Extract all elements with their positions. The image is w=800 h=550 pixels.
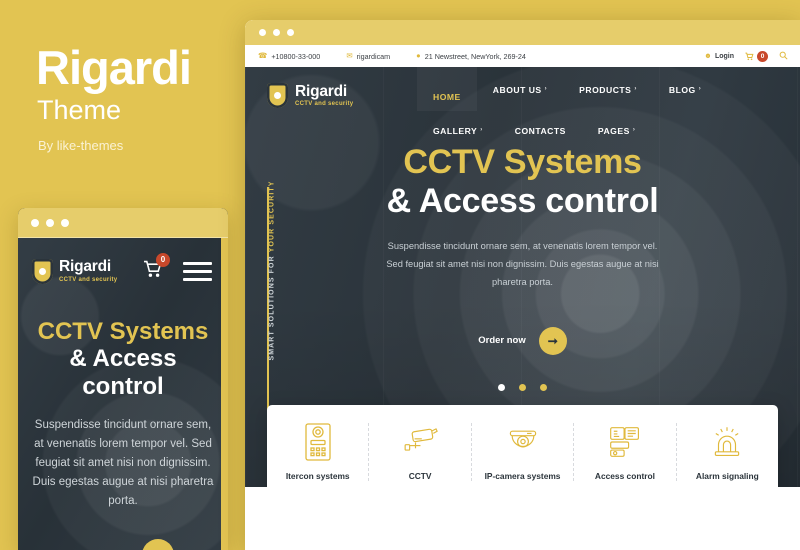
site-topbar: ☎ +10800-33-000 ✉ rigardicam ● 21 Newstr…	[245, 45, 800, 67]
carousel-dot-3[interactable]	[540, 383, 547, 391]
topbar-skype[interactable]: ✉ rigardicam	[346, 52, 390, 61]
mobile-order-now-button[interactable]: Order now ➞	[18, 538, 228, 550]
order-now-label: Order now	[478, 335, 526, 347]
feature-label-alarm: Alarm signaling	[695, 471, 759, 481]
search-button[interactable]	[779, 51, 788, 62]
features-card: Itercon systems CCTV IP-camera systems A…	[267, 405, 778, 487]
topbar-skype-text: rigardicam	[356, 51, 391, 61]
phone-icon: ☎	[258, 51, 268, 61]
hero-heading-line2: & Access control	[386, 181, 659, 220]
feature-label-ip-camera: IP-camera systems	[484, 471, 561, 481]
mobile-heading-line2: & Access	[69, 345, 177, 373]
nav-item-products-label: PRODUCTS	[579, 85, 632, 95]
intercom-panel-icon	[305, 423, 331, 461]
feature-item-alarm[interactable]: Alarm signaling	[677, 423, 778, 481]
mobile-logo[interactable]: Rigardi CCTV and security	[32, 258, 118, 284]
main-navigation: HOME ABOUT US › PRODUCTS › BLOG › GALLER…	[417, 67, 800, 138]
chevron-right-icon: ›	[544, 86, 548, 92]
location-pin-icon: ●	[416, 51, 421, 61]
cart-button[interactable]: 0	[745, 50, 768, 62]
shield-icon	[32, 258, 53, 284]
logo-tagline: CCTV and security	[295, 101, 354, 108]
window-maximize-dot[interactable]	[287, 29, 294, 36]
hero-section: SMART SOLUTIONS FOR YOUR SECURITY Rigard…	[245, 67, 800, 487]
carousel-dot-1[interactable]	[498, 383, 505, 391]
hero-content: CCTV Systems & Access control Suspendiss…	[245, 129, 800, 391]
site-header: Rigardi CCTV and security HOME ABOUT US …	[245, 67, 800, 136]
bullet-camera-icon	[404, 428, 438, 451]
cart-icon	[745, 52, 754, 60]
arrow-right-icon: ➞	[142, 538, 174, 550]
logo-name: Rigardi	[295, 82, 347, 100]
promo-author: By like-themes	[38, 138, 124, 153]
topbar-address: ● 21 Newstreet, NewYork, 269-24	[416, 52, 526, 61]
mobile-titlebar	[18, 208, 228, 238]
feature-item-cctv[interactable]: CCTV	[369, 423, 472, 481]
carousel-dot-2[interactable]	[519, 383, 526, 391]
browser-mockup: ☎ +10800-33-000 ✉ rigardicam ● 21 Newstr…	[245, 20, 800, 550]
mobile-cart-button[interactable]: 0	[143, 252, 170, 283]
nav-item-home-label: HOME	[433, 92, 461, 102]
nav-item-about-us-label: ABOUT US	[492, 85, 542, 95]
mobile-hero-heading: CCTV Systems & Access control	[18, 318, 228, 400]
user-icon: ☻	[704, 51, 712, 61]
siren-icon	[715, 427, 740, 457]
window-dot-3[interactable]	[61, 218, 69, 227]
mobile-mockup: Rigardi CCTV and security 0 CCTV Systems…	[18, 208, 228, 550]
feature-item-ip-camera[interactable]: IP-camera systems	[472, 423, 575, 481]
skype-icon: ✉	[346, 51, 353, 61]
hero-heading-line1: CCTV Systems	[403, 143, 642, 181]
order-now-button[interactable]: Order now ➞	[245, 326, 800, 355]
feature-label-intercom: Itercon systems	[285, 471, 350, 481]
mobile-viewport: Rigardi CCTV and security 0 CCTV Systems…	[18, 238, 228, 550]
mobile-hero-paragraph: Suspendisse tincidunt ornare sem, at ven…	[32, 419, 214, 507]
page-root: Rigardi Theme By like-themes Rigardi CCT…	[0, 0, 800, 550]
browser-titlebar	[245, 20, 800, 45]
topbar-phone-text: +10800-33-000	[271, 51, 321, 61]
site-logo[interactable]: Rigardi CCTV and security	[245, 67, 417, 108]
nav-item-products[interactable]: PRODUCTS ›	[563, 67, 653, 97]
dome-camera-icon	[509, 430, 536, 448]
login-button[interactable]: ☻ Login	[704, 52, 734, 60]
chevron-right-icon: ›	[698, 86, 702, 92]
nav-item-blog-label: BLOG	[668, 85, 696, 95]
arrow-right-icon: ➞	[538, 326, 567, 355]
feature-label-access-control: Access control	[594, 471, 655, 481]
mobile-logo-tagline: CCTV and security	[59, 276, 118, 283]
window-dot-1[interactable]	[31, 218, 39, 227]
cart-count-badge: 0	[757, 50, 768, 62]
carousel-dots	[245, 383, 800, 391]
login-label: Login	[714, 52, 734, 60]
mobile-heading-line3: control	[82, 372, 164, 400]
topbar-address-text: 21 Newstreet, NewYork, 269-24	[424, 51, 526, 61]
hamburger-menu-icon[interactable]	[183, 257, 212, 286]
window-minimize-dot[interactable]	[273, 29, 280, 36]
promo-subtitle: Theme	[37, 95, 122, 125]
mobile-logo-name: Rigardi	[59, 258, 111, 276]
nav-item-about-us[interactable]: ABOUT US ›	[477, 67, 563, 97]
shield-icon	[267, 83, 288, 108]
window-close-dot[interactable]	[259, 29, 266, 36]
hero-paragraph: Suspendisse tincidunt ornare sem, at ven…	[386, 240, 659, 287]
mobile-header: Rigardi CCTV and security 0	[18, 238, 228, 304]
chevron-right-icon: ›	[634, 86, 637, 92]
topbar-actions: ☻ Login 0	[704, 50, 788, 62]
keycard-reader-icon	[610, 427, 639, 457]
search-icon	[779, 51, 788, 60]
nav-row-1: HOME ABOUT US › PRODUCTS › BLOG ›	[417, 67, 800, 111]
page-title: Rigardi	[36, 41, 192, 94]
topbar-phone[interactable]: ☎ +10800-33-000	[258, 52, 320, 61]
mobile-cart-count: 0	[156, 252, 170, 267]
nav-item-home[interactable]: HOME	[417, 67, 477, 111]
feature-item-intercom[interactable]: Itercon systems	[267, 423, 370, 481]
nav-item-blog[interactable]: BLOG ›	[653, 67, 717, 97]
feature-label-cctv: CCTV	[408, 471, 432, 481]
window-dot-2[interactable]	[46, 218, 54, 227]
feature-item-access-control[interactable]: Access control	[574, 423, 677, 481]
mobile-heading-line1: CCTV Systems	[37, 318, 209, 345]
